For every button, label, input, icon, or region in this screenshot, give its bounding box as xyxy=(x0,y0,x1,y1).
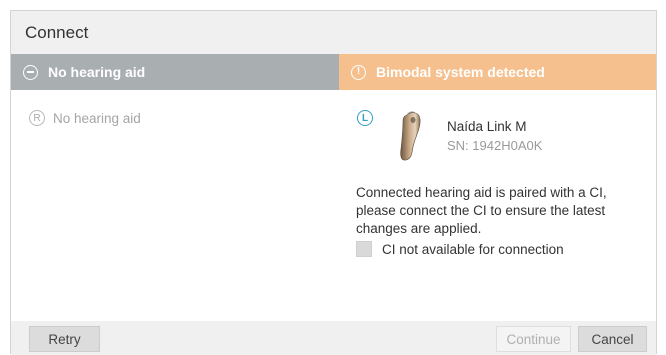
right-side-badge: R xyxy=(29,110,45,126)
ci-unavailable-label[interactable]: CI not available for connection xyxy=(382,242,564,257)
right-device-row: L Naída Link M SN: 1942H0A0K xyxy=(357,110,542,162)
right-device-panel: ! Bimodal system detected L Naída Link M… xyxy=(339,54,656,321)
device-columns: No hearing aid R No hearing aid ! Bimoda… xyxy=(11,54,656,321)
left-side-badge: L xyxy=(357,110,373,126)
left-panel-header: No hearing aid xyxy=(11,54,339,90)
minus-circle-icon xyxy=(23,64,38,80)
device-info: Naída Link M SN: 1942H0A0K xyxy=(447,110,542,153)
hearing-aid-icon xyxy=(400,111,421,161)
dialog-title: Connect xyxy=(25,22,89,42)
cancel-button[interactable]: Cancel xyxy=(578,326,647,352)
right-panel-header-label: Bimodal system detected xyxy=(376,64,545,80)
left-panel-header-label: No hearing aid xyxy=(48,64,146,80)
bimodal-message: Connected hearing aid is paired with a C… xyxy=(356,185,607,236)
retry-button[interactable]: Retry xyxy=(29,326,100,352)
continue-button[interactable]: Continue xyxy=(496,326,571,352)
dialog-titlebar: Connect xyxy=(11,11,656,54)
ci-unavailable-option[interactable]: CI not available for connection xyxy=(356,241,564,257)
connect-dialog: Connect No hearing aid R No hearing aid … xyxy=(10,10,657,355)
right-panel-header: ! Bimodal system detected xyxy=(339,54,656,90)
ci-unavailable-checkbox[interactable] xyxy=(356,241,372,257)
dialog-footer: Retry Continue Cancel xyxy=(11,321,656,355)
warning-circle-icon: ! xyxy=(351,64,366,80)
device-name: Naída Link M xyxy=(447,119,527,134)
left-device-panel: No hearing aid R No hearing aid xyxy=(11,54,339,321)
device-serial-number: SN: 1942H0A0K xyxy=(447,138,543,153)
left-device-label: No hearing aid xyxy=(53,110,141,126)
left-device-row: R No hearing aid xyxy=(29,110,141,126)
